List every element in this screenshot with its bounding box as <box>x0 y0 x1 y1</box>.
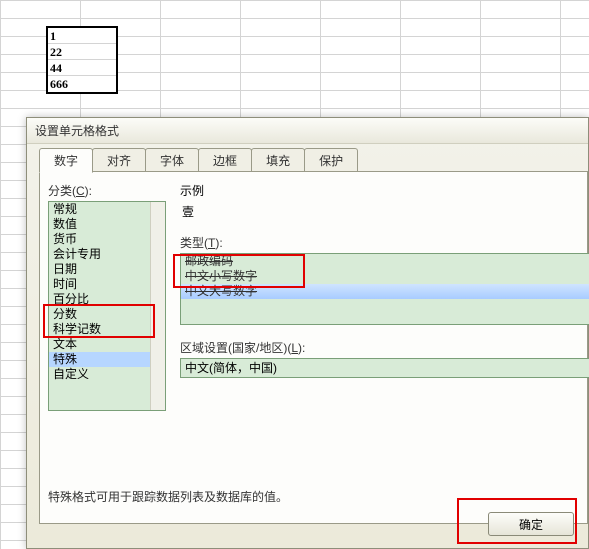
type-item-zip[interactable]: 邮政编码 <box>181 254 589 269</box>
category-item-scientific[interactable]: 科学记数 <box>49 322 165 337</box>
category-item-special[interactable]: 特殊 <box>49 352 165 367</box>
dialog-title: 设置单元格格式 <box>27 118 588 144</box>
cell[interactable]: 1 <box>48 28 116 44</box>
description-text: 特殊格式可用于跟踪数据列表及数据库的值。 <box>48 488 288 505</box>
category-item-accounting[interactable]: 会计专用 <box>49 247 165 262</box>
category-item-fraction[interactable]: 分数 <box>49 307 165 322</box>
cell[interactable]: 44 <box>48 60 116 76</box>
cell[interactable]: 22 <box>48 44 116 60</box>
type-item-chinese-lower[interactable]: 中文小写数字 <box>181 269 589 284</box>
type-label: 类型(T): <box>180 234 587 251</box>
format-cells-dialog: 设置单元格格式 数字 对齐 字体 边框 填充 保护 分类(C): 常规 数值 货… <box>26 117 589 549</box>
tab-protection[interactable]: 保护 <box>304 148 358 172</box>
tab-fill[interactable]: 填充 <box>251 148 305 172</box>
ok-button[interactable]: 确定 <box>488 512 574 536</box>
cell[interactable]: 666 <box>48 76 116 92</box>
category-item-percentage[interactable]: 百分比 <box>49 292 165 307</box>
tab-alignment[interactable]: 对齐 <box>92 148 146 172</box>
category-item-custom[interactable]: 自定义 <box>49 367 165 382</box>
tabstrip: 数字 对齐 字体 边框 填充 保护 <box>39 148 588 172</box>
type-listbox[interactable]: 邮政编码 中文小写数字 中文大写数字 <box>180 253 589 325</box>
tab-font[interactable]: 字体 <box>145 148 199 172</box>
type-item-chinese-upper[interactable]: 中文大写数字 <box>181 284 589 299</box>
category-item-text[interactable]: 文本 <box>49 337 165 352</box>
scrollbar[interactable] <box>150 202 165 410</box>
locale-label: 区域设置(国家/地区)(L): <box>180 339 589 356</box>
locale-select[interactable]: 中文(简体，中国) <box>180 358 589 378</box>
category-item-general[interactable]: 常规 <box>49 202 165 217</box>
category-item-date[interactable]: 日期 <box>49 262 165 277</box>
category-item-currency[interactable]: 货币 <box>49 232 165 247</box>
sample-value: 壹 <box>180 203 587 220</box>
selected-cell-range[interactable]: 1 22 44 666 <box>46 26 118 94</box>
tab-border[interactable]: 边框 <box>198 148 252 172</box>
tab-panel-number: 分类(C): 常规 数值 货币 会计专用 日期 时间 百分比 分数 科学记数 文… <box>39 172 588 524</box>
tab-number[interactable]: 数字 <box>39 148 93 173</box>
category-listbox[interactable]: 常规 数值 货币 会计专用 日期 时间 百分比 分数 科学记数 文本 特殊 自定… <box>48 201 166 411</box>
sample-label: 示例 <box>180 182 587 199</box>
category-item-time[interactable]: 时间 <box>49 277 165 292</box>
category-item-number[interactable]: 数值 <box>49 217 165 232</box>
